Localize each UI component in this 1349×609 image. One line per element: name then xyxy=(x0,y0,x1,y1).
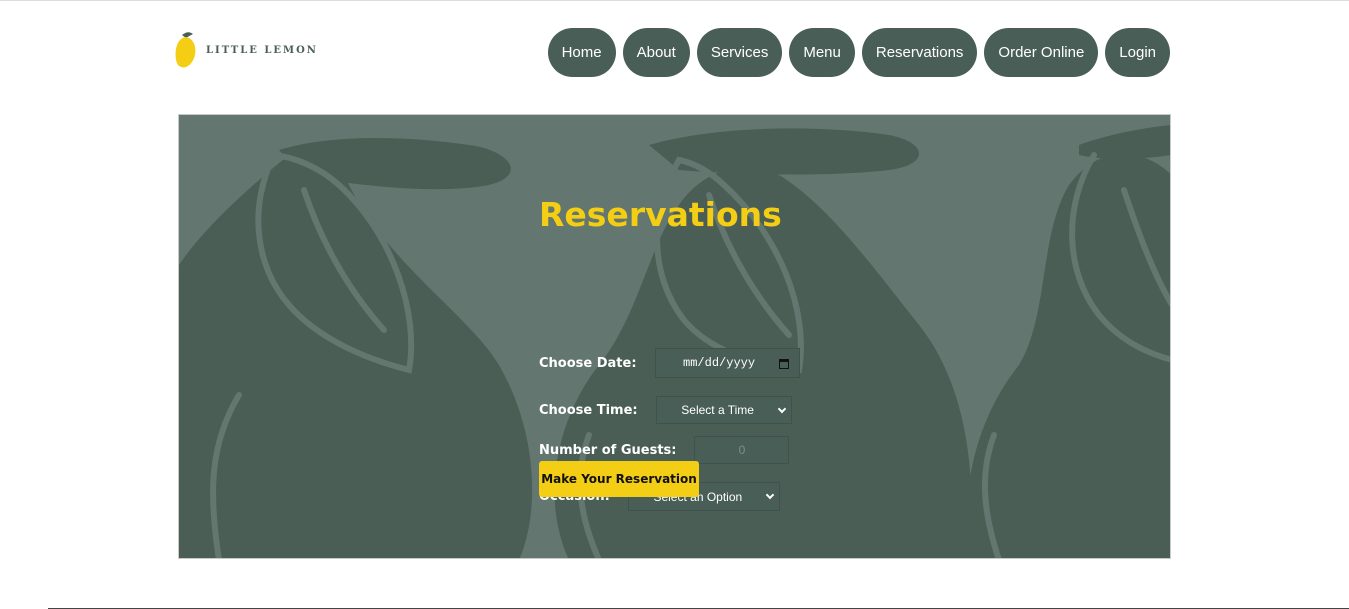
reservation-title: Reservations xyxy=(539,195,782,234)
lemon-icon xyxy=(175,32,196,68)
nav-menu-button[interactable]: Menu xyxy=(789,28,855,77)
nav-order-online-button[interactable]: Order Online xyxy=(984,28,1099,77)
brand-logo[interactable]: LITTLE LEMON xyxy=(174,31,318,69)
guests-input[interactable]: 0 xyxy=(694,436,790,464)
date-placeholder: mm/dd/yyyy xyxy=(683,356,756,370)
main-nav: Home About Services Menu Reservations Or… xyxy=(547,28,1170,77)
time-row: Choose Time: Select a Time xyxy=(539,396,792,424)
nav-services-button[interactable]: Services xyxy=(696,28,783,77)
make-reservation-button[interactable]: Make Your Reservation xyxy=(539,461,699,497)
brand-name: LITTLE LEMON xyxy=(206,44,318,56)
reservation-hero: Reservations Choose Date: mm/dd/yyyy Cho… xyxy=(178,114,1171,559)
date-row: Choose Date: mm/dd/yyyy xyxy=(539,348,800,378)
chevron-down-icon xyxy=(777,404,786,414)
reservation-form: Reservations Choose Date: mm/dd/yyyy Cho… xyxy=(539,195,859,511)
guests-label: Number of Guests: xyxy=(539,442,677,458)
nav-home-button[interactable]: Home xyxy=(547,28,616,77)
nav-reservations-button[interactable]: Reservations xyxy=(861,28,978,77)
time-label: Choose Time: xyxy=(539,402,638,418)
guests-row: Number of Guests: 0 xyxy=(539,436,790,464)
nav-about-button[interactable]: About xyxy=(622,28,690,77)
chevron-down-icon xyxy=(765,490,775,500)
nav-login-button[interactable]: Login xyxy=(1105,28,1170,77)
time-select[interactable]: Select a Time xyxy=(655,396,792,424)
page: LITTLE LEMON Home About Services Menu Re… xyxy=(0,0,1349,609)
time-selected-value: Select a Time xyxy=(681,403,754,417)
calendar-icon[interactable] xyxy=(778,359,789,369)
date-label: Choose Date: xyxy=(539,355,637,371)
guests-placeholder: 0 xyxy=(738,443,746,457)
date-input[interactable]: mm/dd/yyyy xyxy=(654,348,800,378)
